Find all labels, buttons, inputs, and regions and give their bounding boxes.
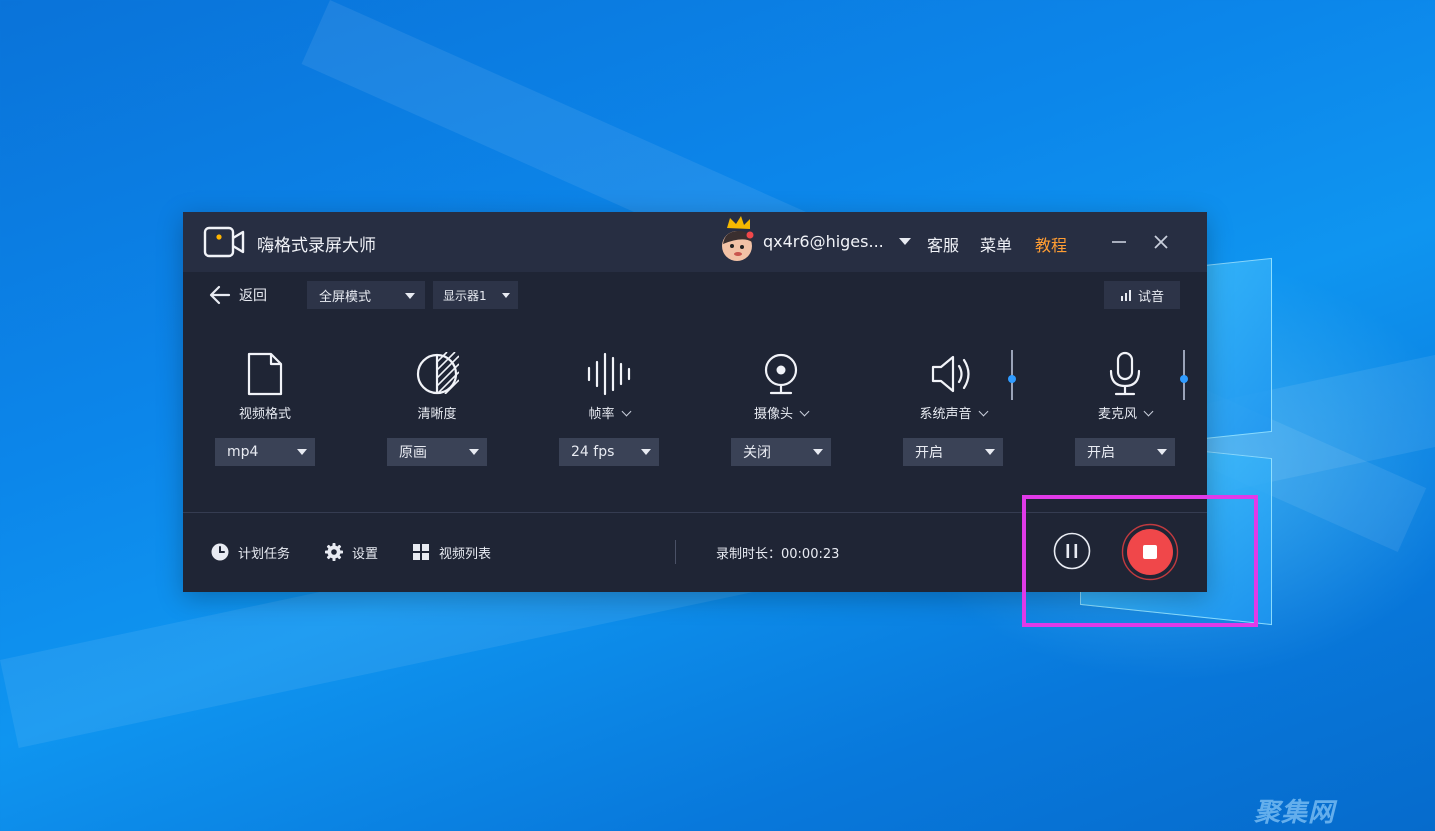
- title-bar: 嗨格式录屏大师 qx4r6@higes... 客服 菜单 教程: [183, 212, 1207, 272]
- pause-button[interactable]: [1053, 532, 1091, 570]
- camera-logo-icon: [203, 226, 245, 258]
- caret-down-icon: [641, 449, 651, 455]
- caret-down-icon: [469, 449, 479, 455]
- caret-down-icon: [502, 293, 510, 298]
- option-label[interactable]: 系统声音: [903, 403, 1003, 422]
- option-label[interactable]: 帧率: [559, 403, 659, 422]
- chevron-down-icon[interactable]: [899, 238, 911, 245]
- grid-icon: [413, 544, 429, 560]
- vertical-divider: [675, 540, 676, 564]
- option-label: 清晰度: [417, 407, 457, 422]
- chevron-down-icon[interactable]: [978, 406, 988, 417]
- option-label[interactable]: 麦克风: [1075, 403, 1175, 422]
- webcam-icon[interactable]: [731, 350, 831, 396]
- gear-icon: [325, 543, 343, 561]
- record-mode-select[interactable]: 全屏模式: [307, 281, 425, 309]
- user-avatar[interactable]: [717, 214, 757, 264]
- slider-knob[interactable]: [1008, 375, 1016, 383]
- caret-down-icon: [297, 449, 307, 455]
- customer-service-link[interactable]: 客服: [927, 232, 959, 256]
- video-list-button[interactable]: 视频列表: [411, 542, 491, 562]
- arrow-left-icon: [209, 285, 231, 305]
- watermark-logo: 聚集网: [1254, 798, 1336, 828]
- minimize-icon[interactable]: [1109, 232, 1129, 252]
- username-label[interactable]: qx4r6@higes...: [763, 232, 884, 251]
- caret-down-icon: [1157, 449, 1167, 455]
- display-select[interactable]: 显示器1: [433, 281, 518, 309]
- select-value: 原画: [399, 445, 427, 461]
- select-value: 关闭: [743, 445, 771, 461]
- select-value: 开启: [1087, 445, 1115, 461]
- chevron-down-icon[interactable]: [1143, 406, 1154, 417]
- test-audio-label: 试音: [1137, 289, 1164, 305]
- caret-down-icon: [985, 449, 995, 455]
- clock-icon: [211, 543, 229, 561]
- option-label[interactable]: 摄像头: [731, 403, 831, 422]
- clarity-icon[interactable]: [387, 350, 487, 396]
- signal-bars-icon: [1120, 290, 1131, 301]
- video-format-select[interactable]: mp4: [215, 438, 315, 466]
- schedule-task-button[interactable]: 计划任务: [210, 542, 290, 562]
- stop-record-button[interactable]: [1121, 523, 1179, 581]
- clarity-select[interactable]: 原画: [387, 438, 487, 466]
- test-audio-button[interactable]: 试音: [1104, 281, 1180, 309]
- close-icon[interactable]: [1151, 232, 1171, 252]
- select-value: 开启: [915, 445, 943, 461]
- mode-toolbar: 返回 全屏模式 显示器1 试音: [183, 272, 1207, 318]
- menu-link[interactable]: 菜单: [980, 232, 1012, 256]
- frame-rate-select[interactable]: 24 fps: [559, 438, 659, 466]
- app-title: 嗨格式录屏大师: [257, 236, 376, 256]
- select-value: 24 fps: [571, 444, 615, 460]
- record-mode-value: 全屏模式: [319, 289, 372, 305]
- record-duration: 录制时长：00:00:23: [716, 547, 840, 562]
- tutorial-link[interactable]: 教程: [1035, 232, 1067, 256]
- settings-button[interactable]: 设置: [324, 542, 378, 562]
- display-value: 显示器1: [443, 288, 487, 303]
- select-value: mp4: [227, 444, 259, 460]
- schedule-task-label: 计划任务: [238, 546, 291, 562]
- back-label: 返回: [239, 288, 267, 304]
- section-divider: [183, 512, 1207, 513]
- microphone-select[interactable]: 开启: [1075, 438, 1175, 466]
- caret-down-icon: [813, 449, 823, 455]
- microphone-icon[interactable]: [1075, 350, 1175, 396]
- chevron-down-icon[interactable]: [621, 406, 631, 417]
- file-icon[interactable]: [215, 350, 315, 396]
- chevron-down-icon[interactable]: [799, 406, 810, 417]
- mic-volume-slider[interactable]: [1180, 350, 1188, 400]
- recorder-window: 嗨格式录屏大师 qx4r6@higes... 客服 菜单 教程 返回 全屏模式 …: [183, 212, 1207, 592]
- speaker-icon[interactable]: [903, 350, 1003, 396]
- slider-knob[interactable]: [1180, 375, 1188, 383]
- option-label: 视频格式: [238, 407, 291, 422]
- caret-down-icon: [405, 293, 415, 299]
- video-list-label: 视频列表: [439, 546, 492, 562]
- waveform-icon[interactable]: [559, 350, 659, 396]
- back-button[interactable]: 返回: [209, 283, 267, 307]
- settings-label: 设置: [352, 546, 379, 562]
- webcam-select[interactable]: 关闭: [731, 438, 831, 466]
- system-sound-select[interactable]: 开启: [903, 438, 1003, 466]
- system-volume-slider[interactable]: [1008, 350, 1016, 400]
